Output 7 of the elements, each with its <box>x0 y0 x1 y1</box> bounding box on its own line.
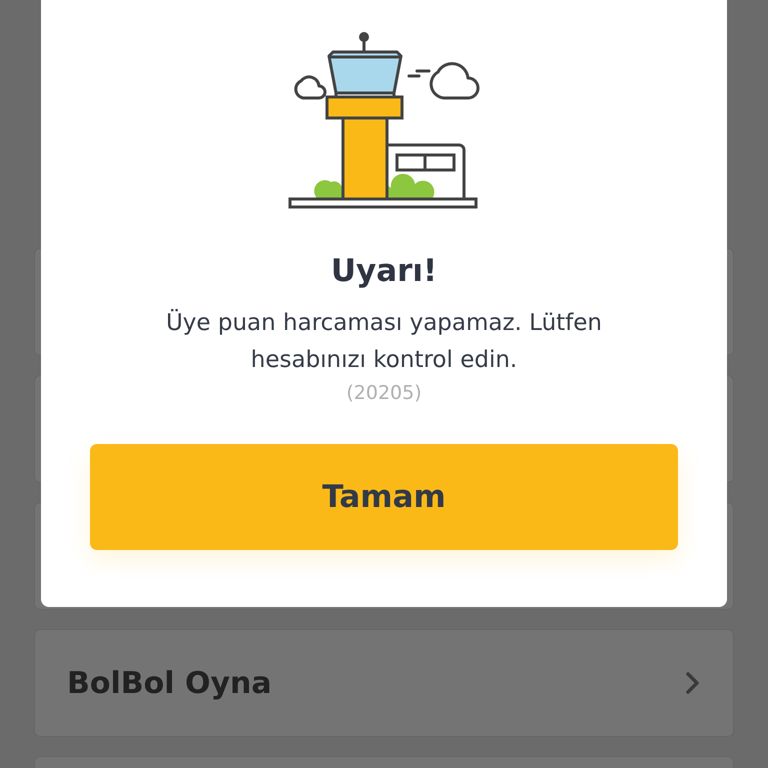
dialog-title: Uyarı! <box>330 252 438 291</box>
list-card[interactable]: BolBol Oyna <box>34 629 734 737</box>
chevron-right-icon <box>685 671 701 695</box>
error-code: (20205) <box>345 381 423 406</box>
ok-button[interactable]: Tamam <box>90 444 678 550</box>
dialog-message: Üye puan harcaması yapamaz. Lütfen hesabınızı kontrol edin. <box>164 308 604 375</box>
menu-item-label: BolBol Oyna <box>67 666 272 700</box>
